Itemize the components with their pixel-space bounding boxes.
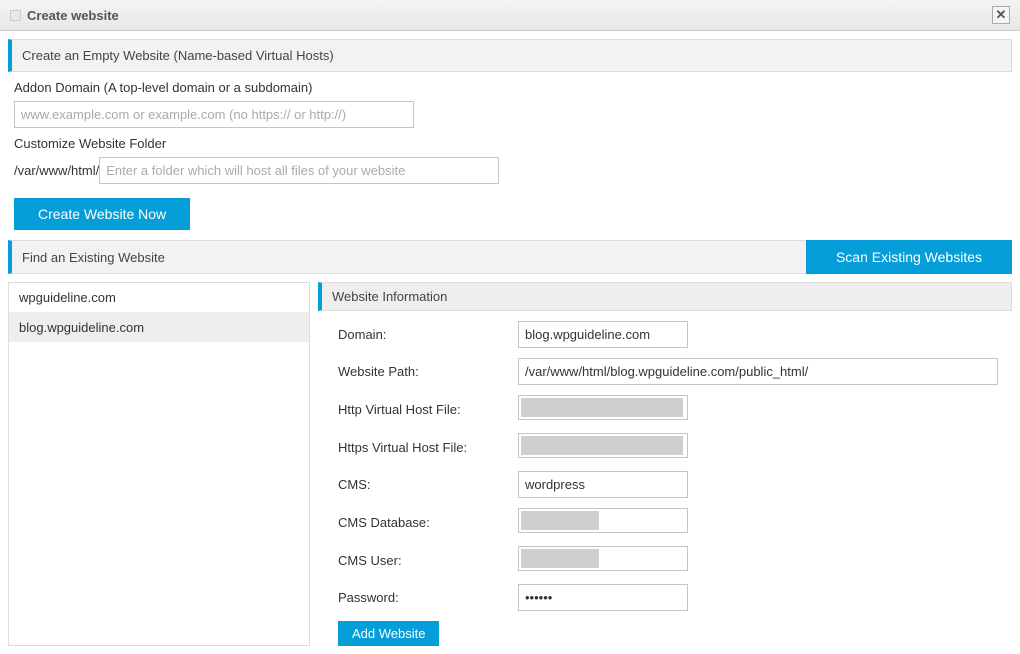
path-label: Website Path: <box>338 364 518 379</box>
create-website-button[interactable]: Create Website Now <box>14 198 190 230</box>
row-password: Password: <box>338 584 1012 611</box>
domain-label: Domain: <box>338 327 518 342</box>
add-website-button[interactable]: Add Website <box>338 621 439 646</box>
dialog-title-wrap: Create website <box>10 8 119 23</box>
section-create-empty: Create an Empty Website (Name-based Virt… <box>8 39 1012 72</box>
list-item[interactable]: wpguideline.com <box>9 283 309 313</box>
cmsdb-label: CMS Database: <box>338 515 518 530</box>
add-website-wrap: Add Website <box>338 621 1012 646</box>
password-label: Password: <box>338 590 518 605</box>
cmsuser-label: CMS User: <box>338 553 518 568</box>
row-path: Website Path: <box>338 358 1012 385</box>
scan-existing-button[interactable]: Scan Existing Websites <box>806 240 1012 274</box>
section-find-existing: Find an Existing Website Scan Existing W… <box>8 240 1012 274</box>
close-button[interactable]: ✕ <box>992 6 1010 24</box>
domain-input[interactable] <box>518 321 688 348</box>
addon-domain-group: Addon Domain (A top-level domain or a su… <box>14 80 1012 128</box>
row-http: Http Virtual Host File: <box>338 395 1012 423</box>
http-input[interactable] <box>518 395 688 420</box>
cms-label: CMS: <box>338 477 518 492</box>
list-item-label: wpguideline.com <box>19 290 116 305</box>
row-https: Https Virtual Host File: <box>338 433 1012 461</box>
cmsdb-input[interactable] <box>518 508 688 533</box>
two-column-layout: wpguideline.com blog.wpguideline.com Web… <box>8 282 1012 646</box>
row-cmsuser: CMS User: <box>338 546 1012 574</box>
website-info-header: Website Information <box>318 282 1012 311</box>
list-item-label: blog.wpguideline.com <box>19 320 144 335</box>
folder-input[interactable] <box>99 157 499 184</box>
list-item[interactable]: blog.wpguideline.com <box>9 313 309 342</box>
folder-prefix: /var/www/html/ <box>14 163 99 178</box>
row-domain: Domain: <box>338 321 1012 348</box>
addon-domain-label: Addon Domain (A top-level domain or a su… <box>14 80 1012 95</box>
close-icon: ✕ <box>996 7 1007 23</box>
row-cms: CMS: <box>338 471 1012 498</box>
https-label: Https Virtual Host File: <box>338 440 518 455</box>
http-label: Http Virtual Host File: <box>338 402 518 417</box>
dialog-title: Create website <box>27 8 119 23</box>
create-button-wrap: Create Website Now <box>14 198 1012 230</box>
website-info-panel: Website Information Domain: Website Path… <box>318 282 1012 646</box>
password-input[interactable] <box>518 584 688 611</box>
path-input[interactable] <box>518 358 998 385</box>
addon-domain-input[interactable] <box>14 101 414 128</box>
cmsuser-input[interactable] <box>518 546 688 571</box>
dialog-body: Create an Empty Website (Name-based Virt… <box>0 31 1020 654</box>
dialog-header: Create website ✕ <box>0 0 1020 31</box>
https-input[interactable] <box>518 433 688 458</box>
cms-input[interactable] <box>518 471 688 498</box>
customize-folder-group: Customize Website Folder /var/www/html/ <box>14 136 1012 184</box>
websites-list: wpguideline.com blog.wpguideline.com <box>8 282 310 646</box>
customize-folder-label: Customize Website Folder <box>14 136 1012 151</box>
window-icon <box>10 10 21 21</box>
section-create-title: Create an Empty Website (Name-based Virt… <box>22 48 334 63</box>
row-cmsdb: CMS Database: <box>338 508 1012 536</box>
section-find-title: Find an Existing Website <box>22 250 165 265</box>
